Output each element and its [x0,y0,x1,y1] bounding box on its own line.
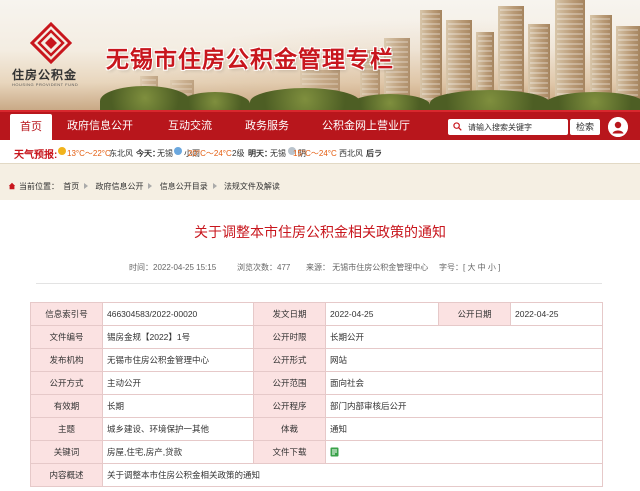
procedure-value: 部门内部审核后公开 [325,394,603,418]
open-period-label: 公开时限 [253,325,326,349]
open-method-value: 主动公开 [102,371,254,395]
breadcrumb-separator-icon [212,183,217,189]
table-row: 发布机构 无锡市住房公积金管理中心 公开形式 网站 [30,348,603,372]
table-row: 公开方式 主动公开 公开范围 面向社会 [30,371,603,395]
nav-item-services[interactable]: 政务服务 [245,112,289,140]
breadcrumb-separator-icon [84,183,89,189]
keywords-label: 关键词 [30,440,103,464]
nav-item-interaction[interactable]: 互动交流 [168,112,212,140]
banner-tree [250,88,360,110]
download-cell [325,440,603,464]
breadcrumb-separator-icon [148,183,153,189]
home-icon [8,182,16,190]
index-no-label: 信息索引号 [30,302,103,326]
logo-icon [30,22,72,64]
weather-city: 无锡 [270,149,286,158]
subject-label: 主题 [30,417,103,441]
validity-value: 长期 [102,394,254,418]
site-title: 无锡市住房公积金管理专栏 [106,46,394,72]
validity-label: 有效期 [30,394,103,418]
nav-item-online-hall[interactable]: 公积金网上营业厅 [322,112,410,140]
weather-wind: 东北风 [109,149,133,158]
category-value: 通知 [325,417,603,441]
banner-tree [430,90,550,110]
agency-value: 无锡市住房公积金管理中心 [102,348,254,372]
weather-range: 20°C～24°C [188,149,232,158]
article-meta: 时间：2022-04-25 15:15 浏览次数：477 来源： 无锡市住房公积… [0,262,640,276]
publish-date-value: 2022-04-25 [510,302,603,326]
nav-item-gov-info[interactable]: 政府信息公开 [67,112,133,140]
table-row: 有效期 长期 公开程序 部门内部审核后公开 [30,394,603,418]
search-icon [453,122,462,131]
article-views: 浏览次数：477 [237,263,291,272]
weather-wind: 2级 [232,149,245,158]
download-label: 文件下载 [253,440,326,464]
open-method-label: 公开方式 [30,371,103,395]
keywords-value: 房屋,住宅,房产,贷款 [102,440,254,464]
weather-city: 无锡 [157,149,173,158]
main-nav: 首页 政府信息公开 互动交流 政务服务 公积金网上营业厅 检索 [0,110,640,140]
breadcrumb-item-home[interactable]: 首页 [63,182,79,191]
sun-icon [58,147,66,155]
search-box [448,119,568,135]
procedure-label: 公开程序 [253,394,326,418]
table-row: 关键词 房屋,住宅,房产,贷款 文件下载 [30,440,603,464]
rain-icon [174,147,182,155]
index-no-value: 466304583/2022-00020 [102,302,254,326]
agency-label: 发布机构 [30,348,103,372]
weather-label: 天气预报: [14,150,58,161]
divider [36,283,602,284]
open-scope-label: 公开范围 [253,371,326,395]
article-title: 关于调整本市住房公积金相关政策的通知 [194,224,446,240]
table-row: 内容概述 关于调整本市住房公积金相关政策的通知 [30,463,603,487]
weather-wind: 西北风 [339,149,363,158]
open-scope-value: 面向社会 [325,371,603,395]
weather-range: 15°C～24°C [293,149,337,158]
breadcrumb-prefix: 当前位置： [19,182,59,191]
table-row: 文件编号 锡房金规【2022】1号 公开时限 长期公开 [30,325,603,349]
user-icon[interactable] [608,117,628,137]
category-label: 体裁 [253,417,326,441]
open-period-value: 长期公开 [325,325,603,349]
logo-subtitle: HOUSING PROVIDENT FUND [12,82,79,87]
article-time: 时间：2022-04-25 15:15 [129,263,217,272]
banner-tree [100,86,190,110]
main-content: 当前位置： 首页 政府信息公开 信息公开目录 法规文件及解读 关于调整本市住房公… [0,164,640,491]
issue-date-label: 发文日期 [253,302,326,326]
publish-date-label: 公开日期 [438,302,511,326]
nav-item-home[interactable]: 首页 [10,114,52,140]
subject-value: 城乡建设、环境保护一其他 [102,417,254,441]
banner-tree [180,92,250,110]
summary-value: 关于调整本市住房公积金相关政策的通知 [102,463,603,487]
weather-bar: 天气预报: 13°C～22°C 东北风 今天： 无锡 小雨 20°C～24°C … [0,140,640,164]
search-button[interactable]: 检索 [570,119,600,135]
table-row: 信息索引号 466304583/2022-00020 发文日期 2022-04-… [30,302,603,326]
banner-tree [545,92,640,110]
breadcrumb-item-catalog[interactable]: 信息公开目录 [160,182,208,191]
search-input[interactable] [448,119,568,135]
breadcrumb-item-gov-info[interactable]: 政府信息公开 [95,182,143,191]
info-table: 信息索引号 466304583/2022-00020 发文日期 2022-04-… [30,302,603,487]
article-source: 来源： 无锡市住房公积金管理中心 [306,263,429,272]
table-row: 主题 城乡建设、环境保护一其他 体裁 通知 [30,417,603,441]
summary-label: 内容概述 [30,463,103,487]
article-card: 关于调整本市住房公积金相关政策的通知 时间：2022-04-25 15:15 浏… [0,200,640,491]
weather-day: 明天： [248,149,272,158]
site-banner: 住房公积金 HOUSING PROVIDENT FUND 无锡市住房公积金管理专… [0,0,640,110]
open-form-label: 公开形式 [253,348,326,372]
breadcrumb-item-regulations[interactable]: 法规文件及解读 [224,182,280,191]
doc-no-value: 锡房金规【2022】1号 [102,325,254,349]
breadcrumb: 当前位置： 首页 政府信息公开 信息公开目录 法规文件及解读 [8,181,282,192]
weather-day: 后ラ [366,149,382,158]
download-icon[interactable] [330,447,339,457]
doc-no-label: 文件编号 [30,325,103,349]
issue-date-value: 2022-04-25 [325,302,439,326]
weather-range: 13°C～22°C [67,149,111,158]
weather-label-text: 天气预报 [14,150,54,161]
font-size-control[interactable]: 字号：[ 大 中 小 ] [439,262,500,273]
banner-tree [350,94,430,110]
logo-text: 住房公积金 [12,68,78,82]
open-form-value: 网站 [325,348,603,372]
